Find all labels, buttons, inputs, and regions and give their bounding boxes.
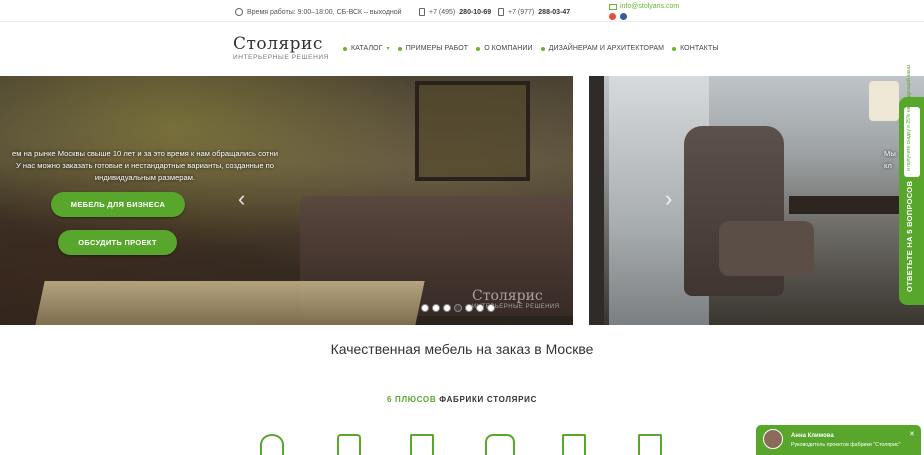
nav-item-designers[interactable]: ДИЗАЙНЕРАМ И АРХИТЕКТОРАМ	[540, 45, 665, 52]
slide-caption-line: ем на рынке Москвы свыше 10 лет и за это…	[12, 149, 278, 158]
email-link[interactable]: info@stolyaris.com	[609, 3, 679, 10]
quiz-discount-text: и получите скидку в 25% на следующий зак…	[906, 64, 912, 171]
phone-icon	[498, 8, 504, 16]
thumbs-up-icon	[337, 434, 361, 455]
nav-item-catalog[interactable]: КАТАЛОГ ▾	[343, 45, 390, 52]
phone-2[interactable]: +7 (977) 288-03-47	[498, 8, 570, 16]
bullet-icon	[397, 46, 402, 51]
nav-label: КОНТАКТЫ	[680, 45, 719, 52]
slider-dot[interactable]	[465, 304, 473, 312]
phone-2-prefix: +7 (977)	[508, 8, 535, 16]
bullet-icon	[540, 46, 545, 51]
nav-label: КАТАЛОГ	[351, 45, 383, 52]
logo[interactable]: Столярис ИНТЕРЬЕРНЫЕ РЕШЕНИЯ	[233, 34, 329, 61]
advantages-title: 6 ПЛЮСОВ ФАБРИКИ СТОЛЯРИС	[0, 395, 924, 404]
second-slide-caption: Мы кл	[884, 148, 896, 172]
bullet-icon	[476, 46, 481, 51]
calendar-icon	[638, 434, 662, 455]
nav-label: ДИЗАЙНЕРАМ И АРХИТЕКТОРАМ	[548, 45, 665, 52]
nav-item-contacts[interactable]: КОНТАКТЫ	[672, 45, 719, 52]
phone-1-prefix: +7 (495)	[429, 8, 456, 16]
document-icon	[562, 434, 586, 455]
slider-dot[interactable]	[432, 304, 440, 312]
slide-decor-window	[589, 76, 604, 325]
phone-icon	[419, 8, 425, 16]
nav-label: О КОМПАНИИ	[484, 45, 533, 52]
slide-decor-lamp	[869, 81, 899, 121]
phone-1[interactable]: +7 (495) 280-10-69	[419, 8, 491, 16]
bullet-icon	[343, 46, 347, 51]
facebook-icon[interactable]	[620, 13, 627, 20]
section-title: Качественная мебель на заказ в Москве	[330, 341, 594, 357]
second-slide-caption-line: кл	[884, 161, 892, 170]
slide-decor-table	[35, 281, 425, 325]
youtube-icon[interactable]	[609, 13, 616, 20]
slide-office-photo: › Мы кл	[589, 76, 924, 325]
chevron-left-icon[interactable]: ‹	[238, 186, 245, 212]
email-text: info@stolyaris.com	[620, 3, 680, 10]
phone-2-number: 288-03-47	[538, 8, 571, 16]
certificate-icon	[410, 434, 434, 455]
site-header: Столярис ИНТЕРЬЕРНЫЕ РЕШЕНИЯ КАТАЛОГ ▾ П…	[0, 22, 924, 76]
working-hours: Время работы: 9:00–18:00, СБ-ВСК – выход…	[235, 8, 402, 16]
quiz-side-tab[interactable]: и получите скидку в 25% на следующий зак…	[899, 65, 924, 305]
chat-widget[interactable]: Анна Климова Руководитель проектов фабри…	[756, 425, 921, 455]
advantages-title-rest: ФАБРИКИ СТОЛЯРИС	[439, 395, 538, 404]
nav-label: ПРИМЕРЫ РАБОТ	[405, 45, 469, 52]
slider-dot-active[interactable]	[454, 304, 462, 312]
chevron-right-icon[interactable]: ›	[665, 186, 672, 212]
chevron-down-icon: ▾	[386, 46, 390, 52]
quiz-cta-label: ОТВЕТЬТЕ НА 5 ВОПРОСОВ	[905, 180, 914, 292]
second-slide-caption-line: Мы	[884, 149, 896, 158]
slide-restaurant-photo: ем на рынке Москвы свыше 10 лет и за это…	[0, 76, 573, 325]
slide-decor-chair-seat	[719, 221, 814, 276]
chat-agent-name: Анна Климова	[791, 433, 834, 439]
clock-icon	[235, 8, 243, 16]
logo-subtitle: ИНТЕРЬЕРНЫЕ РЕШЕНИЯ	[233, 54, 329, 61]
close-icon[interactable]: ✕	[909, 430, 915, 438]
slider-dot[interactable]	[421, 304, 429, 312]
slide-caption-line: У нас можно заказать готовые и нестандар…	[16, 161, 274, 170]
working-hours-text: Время работы: 9:00–18:00, СБ-ВСК – выход…	[247, 8, 402, 16]
slider-dot[interactable]	[487, 304, 495, 312]
nav-item-about[interactable]: О КОМПАНИИ	[476, 45, 533, 52]
chat-agent-role: Руководитель проектов фабрики "Столярис"	[791, 442, 901, 448]
main-nav: КАТАЛОГ ▾ ПРИМЕРЫ РАБОТ О КОМПАНИИ ДИЗАЙ…	[343, 45, 719, 52]
quiz-discount-badge: и получите скидку в 25% на следующий зак…	[904, 65, 920, 177]
slider-dot[interactable]	[476, 304, 484, 312]
watermark-name: Столярис	[472, 288, 543, 304]
nav-item-examples[interactable]: ПРИМЕРЫ РАБОТ	[397, 45, 469, 52]
advantages-count: 6 ПЛЮСОВ	[386, 395, 437, 404]
avatar	[763, 429, 783, 449]
slide-caption: ем на рынке Москвы свыше 10 лет и за это…	[0, 148, 290, 184]
phone-1-number: 280-10-69	[459, 8, 492, 16]
slider-dot[interactable]	[443, 304, 451, 312]
bullet-icon	[672, 46, 677, 51]
mail-icon	[609, 3, 617, 10]
logo-name: Столярис	[233, 34, 323, 54]
slider-pagination	[421, 304, 495, 312]
top-info-bar: Время работы: 9:00–18:00, СБ-ВСК – выход…	[0, 0, 924, 22]
quality-badge-icon	[260, 434, 284, 455]
business-furniture-button[interactable]: МЕБЕЛЬ ДЛЯ БИЗНЕСА	[51, 192, 185, 217]
slide-decor-frame	[415, 81, 530, 181]
discuss-project-button[interactable]: ОБСУДИТЬ ПРОЕКТ	[58, 230, 177, 255]
hero-slider: ем на рынке Москвы свыше 10 лет и за это…	[0, 76, 924, 325]
sofa-icon	[485, 434, 515, 455]
slide-caption-line: индивидуальным размерам.	[94, 173, 196, 182]
